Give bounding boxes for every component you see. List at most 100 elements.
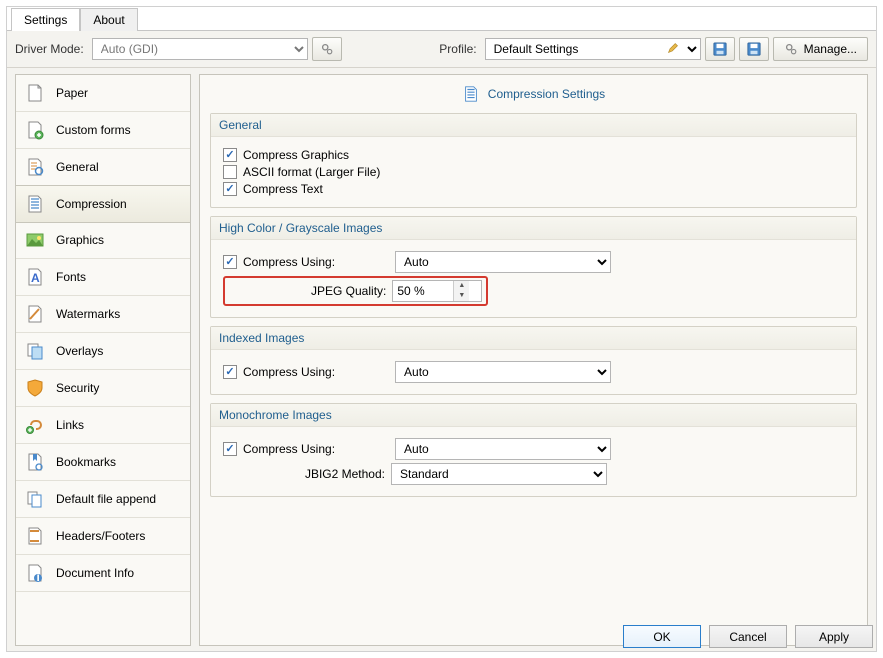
cancel-button[interactable]: Cancel (709, 625, 787, 648)
save-profile-button[interactable] (705, 37, 735, 61)
sidebar-item-paper[interactable]: Paper (16, 75, 190, 112)
driver-mode-label: Driver Mode: (15, 42, 84, 56)
jbig2-label: JBIG2 Method: (223, 467, 391, 481)
ok-button[interactable]: OK (623, 625, 701, 648)
main-panel: Compression Settings General Compress Gr… (199, 74, 868, 646)
jpeg-quality-spinner[interactable]: ▲▼ (392, 280, 482, 302)
sidebar-item-label: Document Info (56, 566, 134, 580)
bookmarks-icon (24, 451, 46, 473)
group-monochrome: Monochrome Images Compress Using: Auto J… (210, 403, 857, 497)
doc-info-icon: i (24, 562, 46, 584)
sidebar-item-label: Watermarks (56, 307, 120, 321)
sidebar-item-general[interactable]: General (16, 149, 190, 186)
profile-label: Profile: (439, 42, 476, 56)
page-title: Compression Settings (210, 81, 857, 113)
gear-icon (320, 42, 334, 56)
sidebar-item-label: Custom forms (56, 123, 131, 137)
highcolor-compress-select[interactable]: Auto (395, 251, 611, 273)
sidebar-item-document-info[interactable]: i Document Info (16, 555, 190, 592)
disk-plus-icon (747, 42, 761, 56)
group-header: High Color / Grayscale Images (211, 217, 856, 240)
mono-compress-label: Compress Using: (243, 442, 341, 456)
driver-mode-settings-button[interactable] (312, 37, 342, 61)
save-profile-as-button[interactable] (739, 37, 769, 61)
graphics-icon (24, 229, 46, 251)
compress-graphics-checkbox[interactable] (223, 148, 237, 162)
sidebar-item-label: Overlays (56, 344, 103, 358)
shield-icon (24, 377, 46, 399)
file-append-icon (24, 488, 46, 510)
compress-graphics-label: Compress Graphics (243, 148, 349, 162)
tab-about[interactable]: About (80, 8, 137, 31)
sidebar-item-watermarks[interactable]: Watermarks (16, 296, 190, 333)
dialog-footer: OK Cancel Apply (623, 625, 873, 648)
tab-settings[interactable]: Settings (11, 8, 80, 31)
settings-window: Settings About Driver Mode: Auto (GDI) P… (6, 6, 877, 652)
sidebar-item-label: Headers/Footers (56, 529, 145, 543)
sidebar-item-label: Bookmarks (56, 455, 116, 469)
group-indexed: Indexed Images Compress Using: Auto (210, 326, 857, 395)
sidebar-item-label: General (56, 160, 99, 174)
spin-down-icon[interactable]: ▼ (453, 291, 469, 301)
manage-label: Manage... (804, 42, 857, 56)
compress-text-checkbox[interactable] (223, 182, 237, 196)
sidebar-item-default-file-append[interactable]: Default file append (16, 481, 190, 518)
sidebar-item-links[interactable]: Links (16, 407, 190, 444)
svg-text:i: i (37, 570, 40, 583)
ascii-format-label: ASCII format (Larger File) (243, 165, 380, 179)
sidebar-item-label: Compression (56, 197, 127, 211)
disk-icon (713, 42, 727, 56)
indexed-compress-select[interactable]: Auto (395, 361, 611, 383)
manage-profiles-button[interactable]: Manage... (773, 37, 868, 61)
sidebar-item-bookmarks[interactable]: Bookmarks (16, 444, 190, 481)
highcolor-compress-checkbox[interactable] (223, 255, 237, 269)
indexed-compress-checkbox[interactable] (223, 365, 237, 379)
sidebar[interactable]: Paper Custom forms General Compression G… (15, 74, 191, 646)
watermarks-icon (24, 303, 46, 325)
sidebar-item-graphics[interactable]: Graphics (16, 222, 190, 259)
mono-compress-select[interactable]: Auto (395, 438, 611, 460)
sidebar-item-label: Links (56, 418, 84, 432)
highcolor-compress-label: Compress Using: (243, 255, 341, 269)
jpeg-quality-input[interactable] (393, 282, 453, 300)
apply-button[interactable]: Apply (795, 625, 873, 648)
sidebar-item-label: Fonts (56, 270, 86, 284)
compression-icon (24, 193, 46, 215)
custom-forms-icon (24, 119, 46, 141)
sidebar-item-label: Paper (56, 86, 88, 100)
headers-footers-icon (24, 525, 46, 547)
group-header: Indexed Images (211, 327, 856, 350)
group-header: General (211, 114, 856, 137)
sidebar-item-label: Security (56, 381, 99, 395)
general-icon (24, 156, 46, 178)
sidebar-item-fonts[interactable]: A Fonts (16, 259, 190, 296)
sidebar-item-compression[interactable]: Compression (15, 185, 191, 223)
spin-up-icon[interactable]: ▲ (453, 281, 469, 291)
indexed-compress-label: Compress Using: (243, 365, 341, 379)
links-icon (24, 414, 46, 436)
driver-mode-select[interactable]: Auto (GDI) (92, 38, 308, 60)
group-highcolor: High Color / Grayscale Images Compress U… (210, 216, 857, 318)
sidebar-item-overlays[interactable]: Overlays (16, 333, 190, 370)
compression-icon (462, 85, 480, 103)
sidebar-item-label: Default file append (56, 492, 156, 506)
jbig2-select[interactable]: Standard (391, 463, 607, 485)
svg-text:A: A (31, 271, 40, 285)
overlays-icon (24, 340, 46, 362)
sidebar-item-label: Graphics (56, 233, 104, 247)
group-general: General Compress Graphics ASCII format (… (210, 113, 857, 208)
mono-compress-checkbox[interactable] (223, 442, 237, 456)
body: Paper Custom forms General Compression G… (7, 68, 876, 652)
sidebar-item-custom-forms[interactable]: Custom forms (16, 112, 190, 149)
ascii-format-checkbox[interactable] (223, 165, 237, 179)
fonts-icon: A (24, 266, 46, 288)
top-tabs: Settings About (7, 7, 876, 31)
paper-icon (24, 82, 46, 104)
sidebar-item-headers-footers[interactable]: Headers/Footers (16, 518, 190, 555)
group-header: Monochrome Images (211, 404, 856, 427)
toolbar: Driver Mode: Auto (GDI) Profile: Default… (7, 31, 876, 68)
sidebar-item-security[interactable]: Security (16, 370, 190, 407)
pencil-icon (667, 42, 679, 54)
gears-icon (784, 42, 798, 56)
jpeg-quality-label: JPEG Quality: (311, 284, 392, 298)
